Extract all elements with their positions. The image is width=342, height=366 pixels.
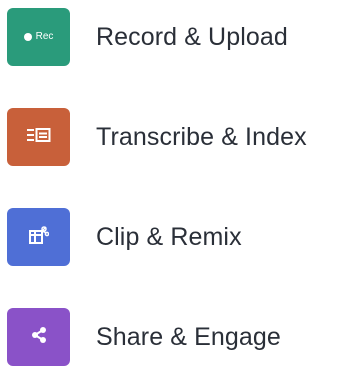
feature-item-record-upload[interactable]: Rec Record & Upload	[7, 8, 288, 66]
clip-tile	[7, 208, 70, 266]
record-dot	[23, 33, 32, 41]
feature-item-clip-remix[interactable]: Clip & Remix	[7, 208, 242, 266]
transcript-icon	[26, 127, 51, 147]
feature-item-share-engage[interactable]: Share & Engage	[7, 308, 281, 366]
feature-label: Share & Engage	[96, 323, 281, 351]
feature-label: Record & Upload	[96, 23, 288, 51]
feature-list: Rec Record & Upload Transcribe & Index C…	[0, 0, 342, 366]
feature-label: Transcribe & Index	[96, 123, 307, 151]
record-icon: Rec	[23, 31, 54, 42]
share-tile	[7, 308, 70, 366]
record-icon-text: Rec	[35, 31, 54, 42]
clip-icon	[28, 225, 49, 250]
feature-label: Clip & Remix	[96, 223, 242, 251]
feature-item-transcribe-index[interactable]: Transcribe & Index	[7, 108, 307, 166]
transcript-tile	[7, 108, 70, 166]
share-icon	[30, 326, 48, 349]
record-tile: Rec	[7, 8, 70, 66]
